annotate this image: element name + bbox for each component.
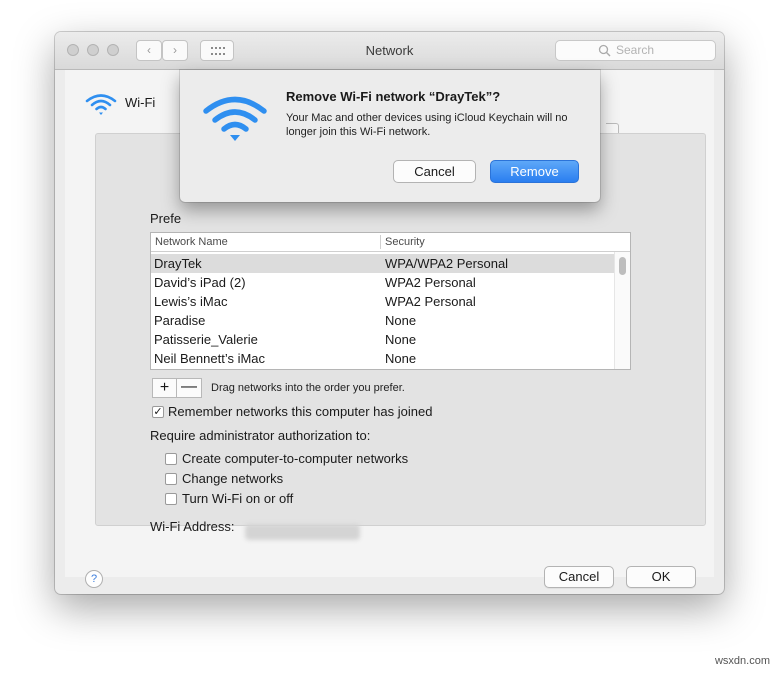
create-c2c-checkbox[interactable] — [165, 453, 177, 465]
table-row[interactable]: Paradise None — [151, 311, 615, 330]
network-name: David’s iPad (2) — [154, 275, 246, 290]
drag-hint: Drag networks into the order you prefer. — [211, 382, 405, 394]
wifi-icon — [203, 96, 267, 141]
table-row[interactable]: DrayTek WPA/WPA2 Personal — [151, 254, 615, 273]
network-security: WPA/WPA2 Personal — [385, 256, 509, 271]
question-icon: ? — [90, 573, 98, 585]
sheet-title: Remove Wi-Fi network “DrayTek”? — [286, 89, 501, 104]
table-scrollbar[interactable] — [614, 252, 630, 369]
network-name: Paradise — [154, 313, 206, 328]
wifi-address-label: Wi-Fi Address: — [150, 519, 235, 534]
sheet-cancel-button[interactable]: Cancel — [393, 160, 476, 183]
preferred-networks-table[interactable]: Network Name Security DrayTek WPA/WPA2 P… — [150, 232, 631, 370]
network-security: None — [385, 313, 417, 328]
table-row[interactable]: Neil Bennett’s iMac None — [151, 349, 615, 368]
table-row[interactable]: David’s iPad (2) WPA2 Personal — [151, 273, 615, 292]
cancel-button[interactable]: Cancel — [544, 566, 614, 588]
network-name: DrayTek — [154, 256, 202, 271]
column-network-name[interactable]: Network Name — [155, 236, 228, 248]
toggle-wifi-label: Turn Wi-Fi on or off — [182, 491, 294, 506]
wifi-icon — [85, 94, 117, 115]
table-row[interactable]: Lewis’s iMac WPA2 Personal — [151, 292, 615, 311]
remove-network-sheet: Remove Wi-Fi network “DrayTek”? Your Mac… — [180, 70, 600, 202]
minus-icon: — — [181, 378, 197, 395]
change-networks-checkbox[interactable] — [165, 473, 177, 485]
scrollbar-thumb[interactable] — [619, 257, 626, 275]
checkmark-icon: ✓ — [153, 406, 163, 418]
preferred-networks-label: Prefe — [150, 211, 182, 226]
service-label: Wi-Fi — [125, 95, 156, 110]
remember-networks-checkbox[interactable]: ✓ — [152, 406, 164, 418]
wifi-address-value-redacted — [245, 524, 360, 540]
network-security: None — [385, 351, 417, 366]
column-security[interactable]: Security — [385, 236, 425, 248]
network-security: WPA2 Personal — [385, 275, 476, 290]
remove-button[interactable]: Remove — [490, 160, 579, 183]
plus-icon: + — [159, 379, 170, 396]
network-name: Patisserie_Valerie — [154, 332, 258, 347]
table-row[interactable]: Patisserie_Valerie None — [151, 330, 615, 349]
require-admin-label: Require administrator authorization to: — [150, 428, 371, 443]
remember-networks-label: Remember networks this computer has join… — [168, 404, 433, 419]
create-c2c-label: Create computer-to-computer networks — [182, 451, 409, 466]
sheet-message: Your Mac and other devices using iCloud … — [286, 112, 568, 138]
help-button[interactable]: ? — [85, 570, 103, 588]
ok-button[interactable]: OK — [626, 566, 696, 588]
remove-network-button[interactable]: — — [177, 378, 202, 398]
table-header: Network Name Security — [151, 233, 630, 252]
watermark: wsxdn.com — [714, 655, 770, 667]
network-security: None — [385, 332, 417, 347]
search-input[interactable]: Search — [555, 40, 716, 61]
toggle-wifi-checkbox[interactable] — [165, 493, 177, 505]
network-name: Lewis’s iMac — [154, 294, 228, 309]
title-bar: ‹ › Network Search — [55, 32, 724, 70]
network-security: WPA2 Personal — [385, 294, 476, 309]
add-network-button[interactable]: + — [152, 378, 177, 398]
column-divider — [380, 235, 381, 249]
search-icon — [598, 44, 611, 57]
change-networks-label: Change networks — [182, 471, 284, 486]
network-name: Neil Bennett’s iMac — [154, 351, 266, 366]
search-placeholder: Search — [616, 43, 655, 57]
